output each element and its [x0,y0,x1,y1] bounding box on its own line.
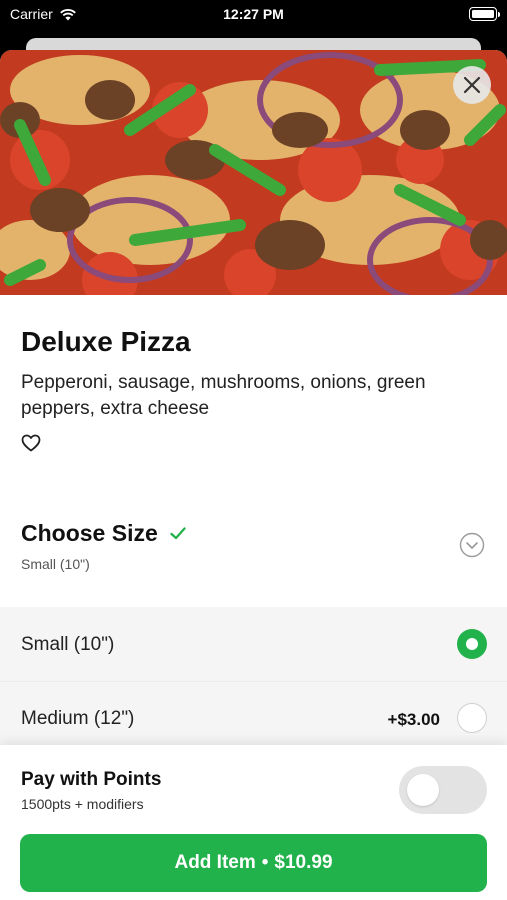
choose-size-header[interactable]: Choose Size [21,520,186,547]
add-item-button[interactable]: Add Item • $10.99 [20,834,487,892]
checkmark-icon [170,527,186,540]
add-item-price: $10.99 [274,852,333,873]
toggle-knob [407,774,439,806]
add-item-separator: • [261,852,269,873]
pay-with-points-title: Pay with Points [21,769,162,790]
bottom-bar: Pay with Points 1500pts + modifiers Add … [0,745,507,900]
section-title: Choose Size [21,520,158,546]
size-option-small[interactable]: Small (10") [0,607,507,682]
selected-size-summary: Small (10") [21,556,90,572]
pay-with-points-toggle[interactable] [399,766,487,814]
chevron-down-icon [459,532,485,558]
battery-icon [469,7,500,21]
close-icon [463,76,481,94]
status-time: 12:27 PM [223,6,284,22]
favorite-button[interactable] [21,434,41,457]
item-title: Deluxe Pizza [21,326,191,357]
option-label: Medium (12") [21,708,135,729]
option-price: +$3.00 [387,710,440,729]
radio-unselected[interactable] [457,703,487,733]
pizza-photo [0,50,507,295]
item-description: Pepperoni, sausage, mushrooms, onions, g… [21,372,426,419]
heart-icon [21,434,41,452]
status-bar: Carrier 12:27 PM [0,0,507,30]
pay-with-points-subtitle: 1500pts + modifiers [21,796,144,812]
add-item-label: Add Item [174,852,256,873]
option-label: Small (10") [21,634,115,655]
item-detail-sheet: Deluxe Pizza Pepperoni, sausage, mushroo… [0,50,507,900]
radio-selected[interactable] [457,629,487,659]
collapse-toggle[interactable] [459,532,485,563]
size-options: Small (10") Medium (12") +$3.00 [0,607,507,767]
size-option-medium[interactable]: Medium (12") +$3.00 [0,681,507,755]
close-button[interactable] [453,66,491,104]
